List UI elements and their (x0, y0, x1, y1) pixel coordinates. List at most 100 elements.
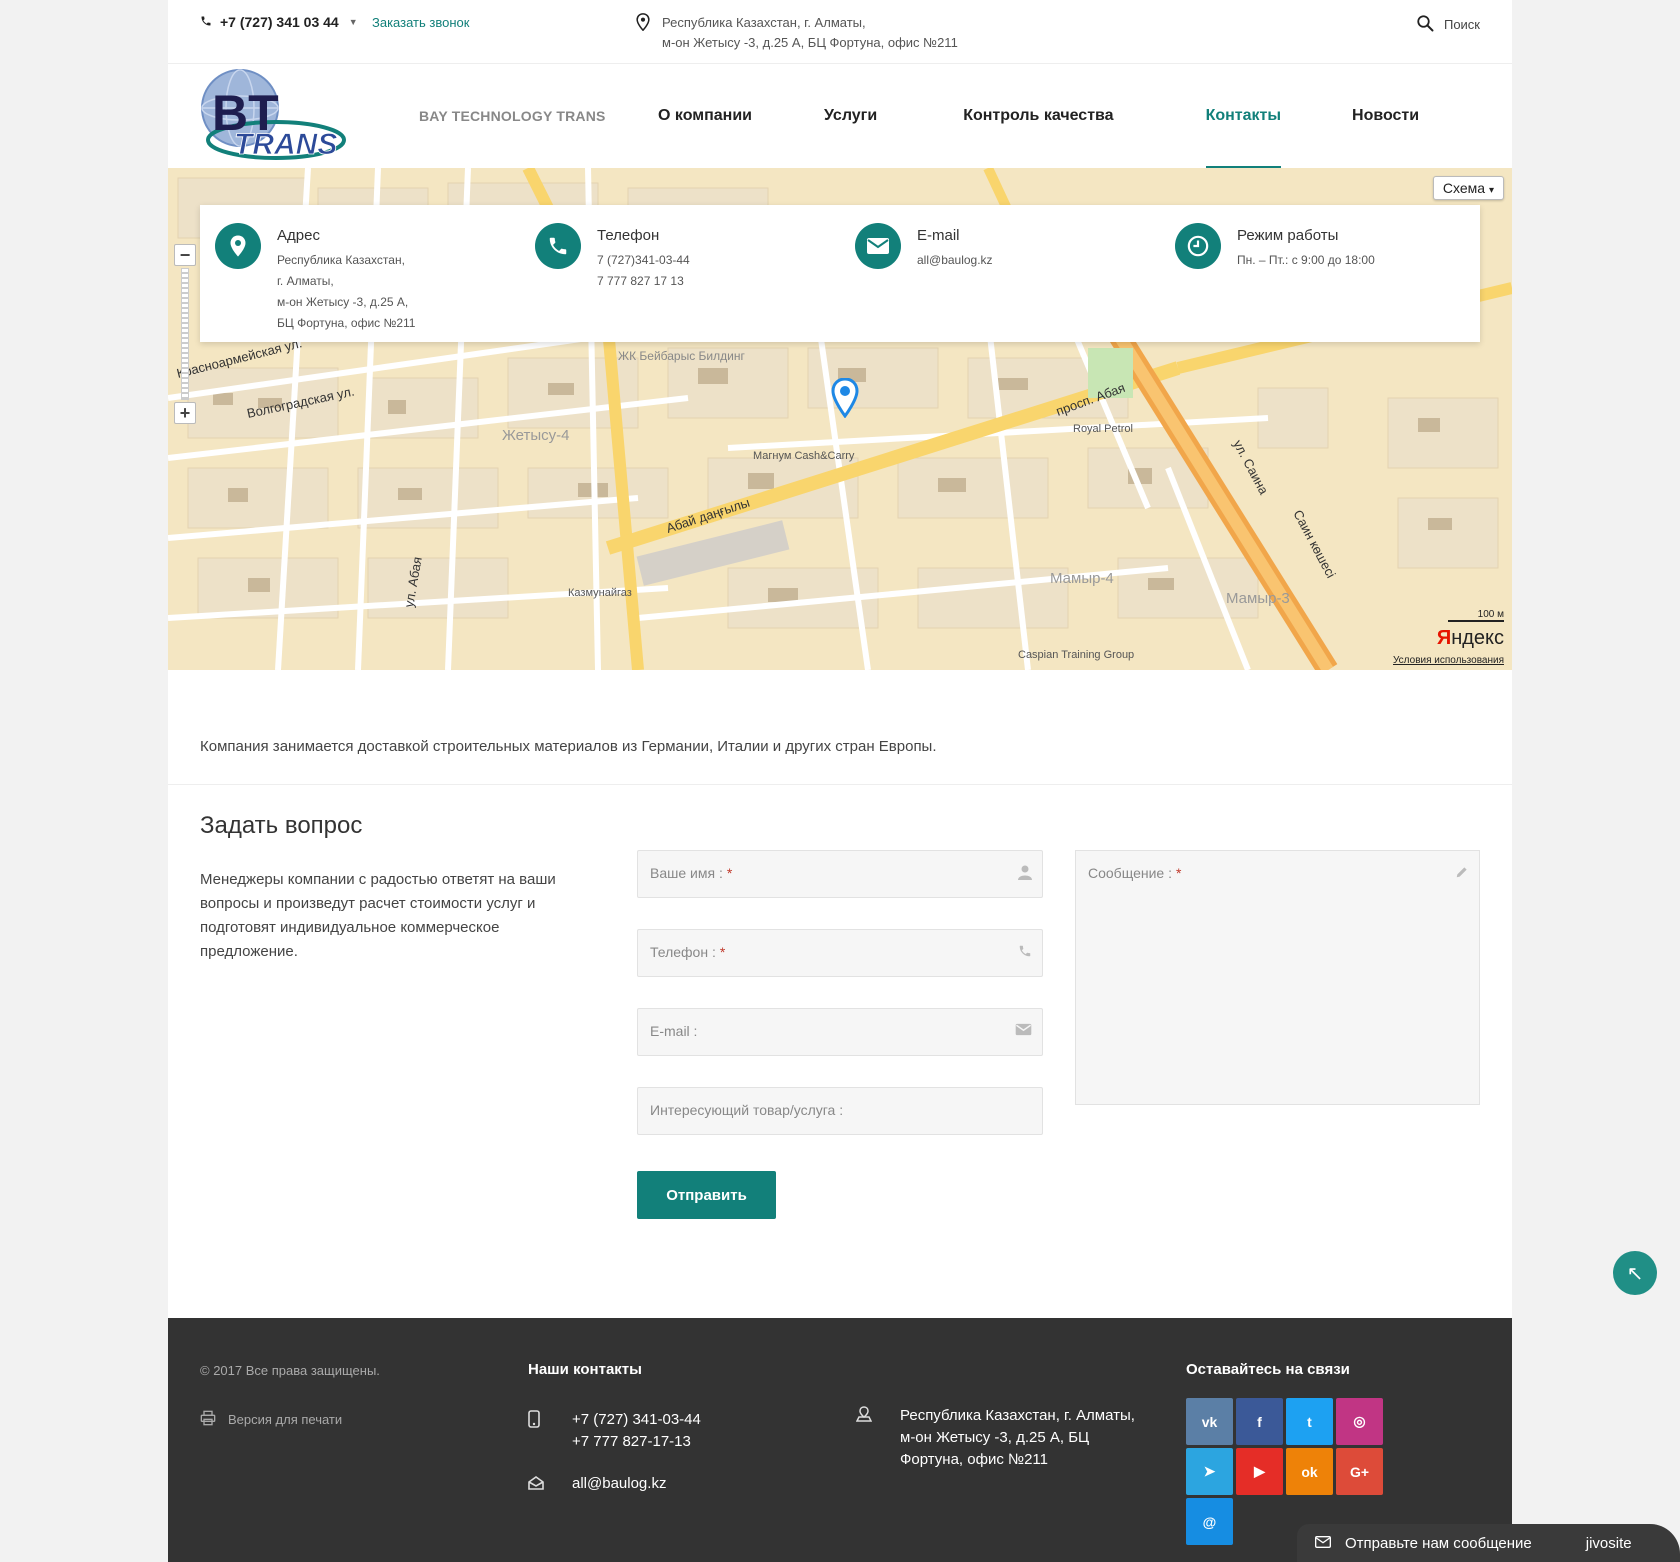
copyright: © 2017 Все права защищены. (200, 1363, 380, 1378)
nav-item-contacts[interactable]: Контакты (1205, 64, 1282, 168)
odnoklassniki-icon: ok (1301, 1463, 1318, 1480)
social-vk-button[interactable]: vk (1186, 1398, 1233, 1445)
chevron-down-icon[interactable]: ▼ (349, 17, 358, 27)
search-label: Поиск (1443, 17, 1480, 32)
map-layer-selector[interactable]: Схема ▾ (1432, 176, 1504, 200)
contact-email-title: E-mail (917, 227, 960, 244)
footer-address-line: Республика Казахстан, г. Алматы, (900, 1407, 1135, 1424)
name-input[interactable]: Ваше имя : * (637, 850, 1043, 898)
contact-hours-value: Пн. – Пт.: с 9:00 до 18:00 (1237, 253, 1375, 267)
search-button[interactable]: Поиск (1416, 14, 1480, 35)
telegram-icon: ➤ (1203, 1463, 1216, 1479)
social-telegram-button[interactable]: ➤ (1186, 1448, 1233, 1495)
header-address: Республика Казахстан, г. Алматы, м-он Же… (636, 13, 958, 53)
header-phone[interactable]: +7 (727) 341 03 44 ▼ (200, 14, 358, 30)
social-twitter-button[interactable]: t (1286, 1398, 1333, 1445)
social-mail-button[interactable]: @ (1186, 1498, 1233, 1545)
contact-address-title: Адрес (277, 227, 320, 244)
contact-email: E-mail all@baulog.kz (855, 223, 993, 271)
contact-address-line: БЦ Фортуна, офис №211 (277, 316, 416, 330)
map-label-sain-koshesi: Саин көшесі (1290, 507, 1338, 580)
map-label-caspian: Caspian Training Group (1018, 649, 1134, 661)
print-version-label: Версия для печати (228, 1412, 343, 1427)
contact-phone: Телефон 7 (727)341-03-44 7 777 827 17 13 (535, 223, 690, 292)
phone-input-label: Телефон : (650, 944, 716, 960)
map-label-magnum: Магнум Cash&Carry (753, 450, 855, 462)
top-bar: +7 (727) 341 03 44 ▼ Заказать звонок Рес… (168, 0, 1512, 64)
submit-button[interactable]: Отправить (637, 1171, 776, 1219)
contact-address: Адрес Республика Казахстан, г. Алматы, м… (215, 223, 415, 334)
envelope-icon (1015, 1023, 1032, 1040)
mail-icon: @ (1202, 1513, 1217, 1530)
contact-address-line: м-он Жетысу -3, д.25 А, (277, 295, 409, 309)
message-textarea[interactable]: Сообщение : * (1075, 850, 1480, 1105)
footer-contacts-title: Наши контакты (528, 1361, 642, 1378)
required-mark: * (726, 865, 733, 881)
social-youtube-button[interactable]: ▶ (1236, 1448, 1283, 1495)
contact-phone-number[interactable]: 7 777 827 17 13 (597, 271, 690, 292)
map-zoom: − + (174, 244, 196, 426)
map-label-royal-petrol: Royal Petrol (1073, 423, 1133, 435)
header-address-line2: м-он Жетысу -3, д.25 А, БЦ Фортуна, офис… (662, 35, 958, 50)
yandex-logo-ya: Я (1436, 627, 1452, 649)
social-odnoklassniki-button[interactable]: ok (1286, 1448, 1333, 1495)
contact-hours-title: Режим работы (1237, 227, 1339, 244)
nav-item-quality[interactable]: Контроль качества (963, 64, 1113, 168)
logo-trans: TRANS (234, 128, 337, 161)
map-terms-link[interactable]: Условия использования (1393, 655, 1504, 666)
phone-input[interactable]: Телефон : * (637, 929, 1043, 977)
location-pin-icon (636, 13, 650, 53)
twitter-icon: t (1307, 1413, 1312, 1430)
map-scale: 100 м (1448, 609, 1504, 622)
contact-hours: Режим работы Пн. – Пт.: с 9:00 до 18:00 (1175, 223, 1375, 271)
nav-item-about[interactable]: О компании (658, 64, 752, 168)
footer-phones: +7 (727) 341-03-44 +7 777 827-17-13 (528, 1409, 701, 1453)
print-version-link[interactable]: Версия для печати (200, 1410, 342, 1429)
nav-item-services[interactable]: Услуги (824, 64, 877, 168)
phone-icon (535, 223, 581, 269)
envelope-open-icon (528, 1474, 544, 1496)
google-plus-icon: G+ (1349, 1463, 1370, 1480)
header-address-line1: Республика Казахстан, г. Алматы, (662, 15, 866, 30)
main-nav: О компании Услуги Контроль качества Конт… (658, 64, 1419, 168)
zoom-out-button[interactable]: − (174, 244, 196, 266)
logo[interactable]: BT TRANS (198, 66, 348, 166)
footer-phone[interactable]: +7 (727) 341-03-44 (572, 1409, 701, 1431)
phone-icon (1018, 944, 1032, 962)
social-facebook-button[interactable]: f (1236, 1398, 1283, 1445)
page: +7 (727) 341 03 44 ▼ Заказать звонок Рес… (168, 0, 1512, 1562)
yandex-logo[interactable]: Яндекс (1437, 627, 1504, 650)
form-description: Менеджеры компании с радостью ответят на… (200, 871, 556, 960)
map-label-kazmunaigaz: Казмунайгаз (568, 587, 632, 599)
chevron-down-icon: ▾ (1488, 185, 1494, 196)
social-google-plus-button[interactable]: G+ (1336, 1448, 1383, 1495)
mobile-icon (528, 1410, 544, 1453)
vk-icon: vk (1201, 1413, 1218, 1430)
header-phone-number: +7 (727) 341 03 44 (220, 14, 339, 30)
required-mark: * (1175, 865, 1182, 881)
footer-address: Республика Казахстан, г. Алматы, м-он Же… (855, 1405, 1135, 1471)
jivosite-chat-widget[interactable]: Отправьте нам сообщение jivosite (1297, 1524, 1680, 1562)
contact-address-line: Республика Казахстан, (277, 253, 405, 267)
contact-address-line: г. Алматы, (277, 274, 334, 288)
scroll-top-button[interactable]: ↖ (1613, 1251, 1657, 1295)
product-input[interactable]: Интересующий товар/услуга : (637, 1087, 1043, 1135)
location-pin-icon (215, 223, 261, 269)
nav-item-news[interactable]: Новости (1352, 64, 1419, 168)
contact-phone-title: Телефон (597, 227, 660, 244)
printer-icon (200, 1410, 216, 1429)
zoom-slider[interactable] (181, 268, 189, 400)
footer-email[interactable]: all@baulog.kz (572, 1473, 666, 1496)
email-input[interactable]: E-mail : (637, 1008, 1043, 1056)
callback-link[interactable]: Заказать звонок (372, 15, 469, 30)
zoom-in-button[interactable]: + (174, 402, 196, 424)
required-mark: * (719, 944, 726, 960)
contact-phone-number[interactable]: 7 (727)341-03-44 (597, 250, 690, 271)
footer-phone[interactable]: +7 777 827-17-13 (572, 1431, 701, 1453)
social-instagram-button[interactable]: ◎ (1336, 1398, 1383, 1445)
contact-card: Адрес Республика Казахстан, г. Алматы, м… (200, 205, 1480, 342)
company-intro: Компания занимается доставкой строительн… (200, 738, 937, 755)
contact-email-address[interactable]: all@baulog.kz (917, 250, 993, 271)
yandex-logo-rest: ндекс (1451, 627, 1504, 649)
map-layer-label: Схема (1442, 180, 1486, 196)
